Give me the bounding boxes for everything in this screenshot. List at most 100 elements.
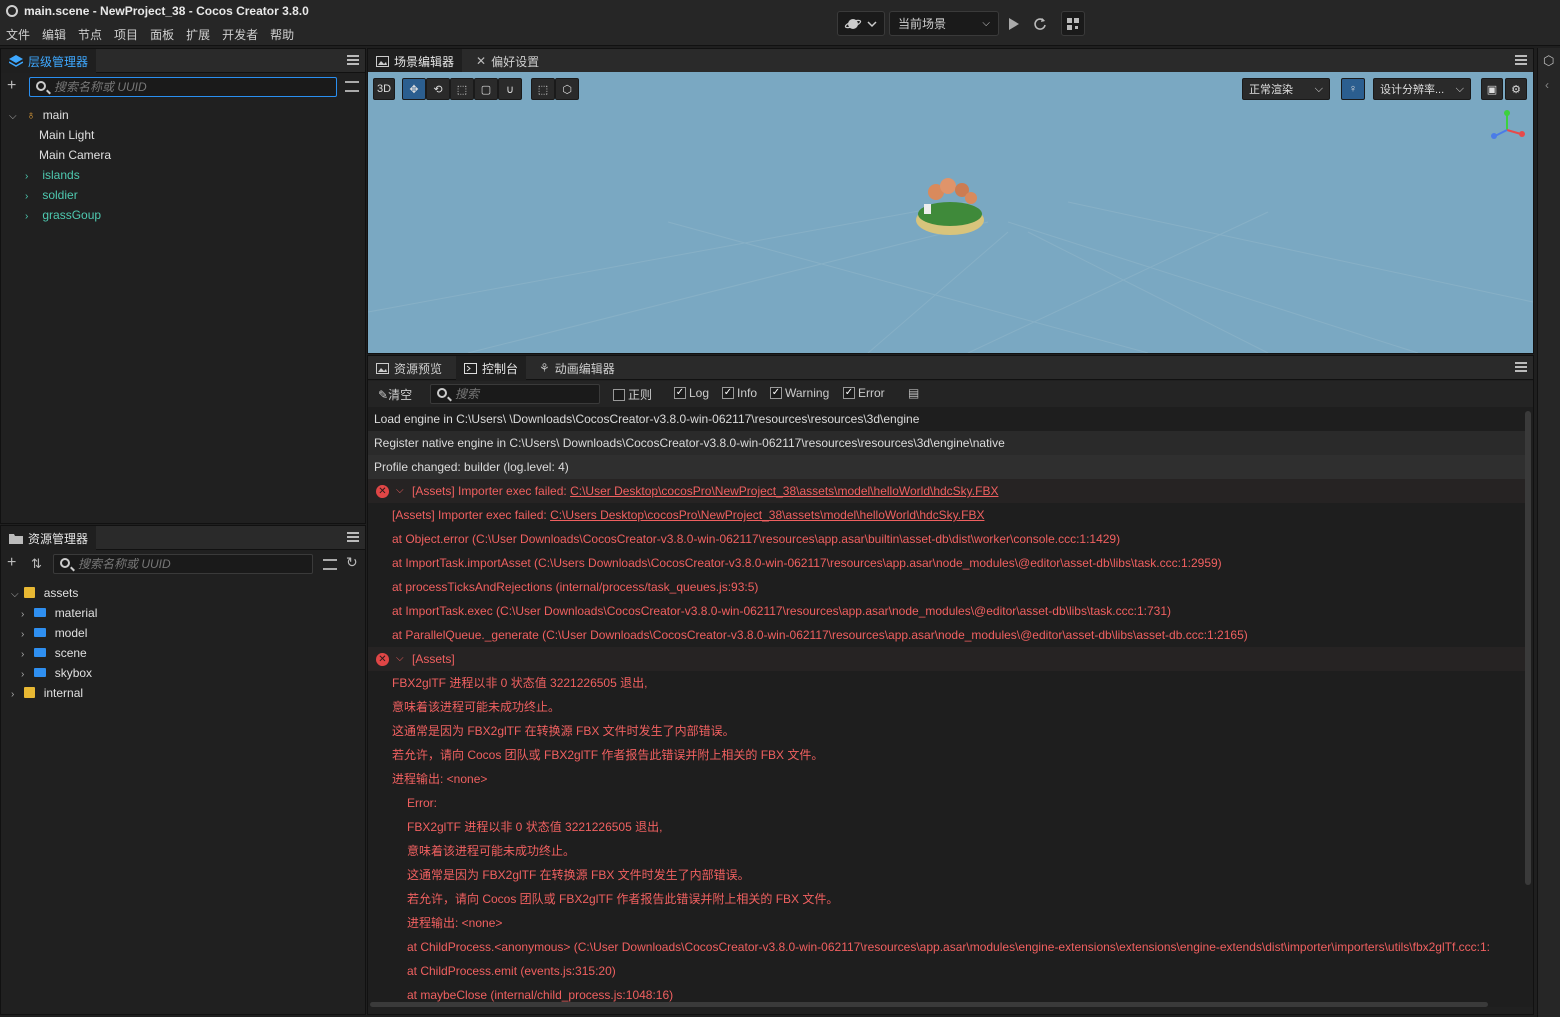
log-text: at Object.error (C:\User Downloads\Cocos… <box>392 532 1121 546</box>
tree-item-main-light[interactable]: Main Light <box>39 125 94 145</box>
log-entry[interactable]: Profile changed: builder (log.level: 4) <box>368 455 1526 479</box>
horizontal-scrollbar[interactable] <box>370 1002 1488 1007</box>
chevron-right-icon: › <box>25 211 29 222</box>
log-entry[interactable]: Load engine in C:\Users\ \Downloads\Coco… <box>368 407 1526 431</box>
tab-console[interactable]: 控制台 <box>456 356 527 380</box>
chevron-down-icon[interactable]: ⌵ <box>396 479 404 503</box>
tab-preferences[interactable]: ✕ 偏好设置 <box>468 49 547 73</box>
platform-select[interactable] <box>837 11 885 36</box>
regex-checkbox[interactable]: 正则 <box>613 386 652 403</box>
cube-icon[interactable]: ⬡ <box>1543 53 1554 69</box>
scale-tool-button[interactable]: ⬚ <box>450 78 474 100</box>
vertical-scrollbar[interactable] <box>1525 411 1531 885</box>
chevron-down-icon[interactable]: ⌵ <box>396 647 404 671</box>
log-text: Register native engine in C:\Users\ Down… <box>374 436 1005 450</box>
warning-checkbox[interactable]: ✓ Warning <box>770 386 829 400</box>
scene-viewport[interactable]: 3D ✥ ⟲ ⬚ ▢ ∪ ⬚ ⬡ 正常渲染 ⌵ ♀ 设计分辨率... ⌵ ▣ ⚙ <box>368 72 1533 353</box>
log-checkbox[interactable]: ✓ Log <box>674 386 709 400</box>
tree-item-main[interactable]: ⌵ ♁ main <box>9 105 69 125</box>
chevron-left-icon[interactable]: ‹ <box>1545 78 1549 92</box>
menu-edit[interactable]: 编辑 <box>42 26 66 43</box>
database-icon <box>24 687 36 699</box>
folder-icon <box>34 668 47 678</box>
camera-button[interactable]: ▣ <box>1481 78 1503 100</box>
hierarchy-search-input[interactable]: 搜索名称或 UUID <box>29 77 337 97</box>
refresh-button[interactable] <box>1029 11 1051 36</box>
hierarchy-search-placeholder: 搜索名称或 UUID <box>54 80 147 94</box>
rotate-tool-button[interactable]: ⟲ <box>426 78 450 100</box>
clear-label: 清空 <box>388 388 413 402</box>
tree-item-label: internal <box>43 686 84 700</box>
stack-line: at ImportTask.exec (C:\User Downloads\Co… <box>368 599 1526 623</box>
chevron-down-icon: ⌵ <box>9 111 17 122</box>
tab-assets[interactable]: 资源管理器 <box>1 526 97 550</box>
light-toggle-button[interactable]: ♀ <box>1341 78 1365 100</box>
tree-item-model[interactable]: › model <box>21 623 87 643</box>
play-button[interactable] <box>1003 11 1025 36</box>
tab-animation-editor[interactable]: ⚘ 动画编辑器 <box>531 356 623 380</box>
menu-panel[interactable]: 面板 <box>150 26 174 43</box>
tree-item-assets[interactable]: ⌵ assets <box>11 583 78 603</box>
error-checkbox[interactable]: ✓ Error <box>843 386 885 400</box>
add-asset-button[interactable]: + <box>7 555 19 571</box>
sort-icon[interactable]: ⇅ <box>31 556 42 572</box>
folder-icon <box>34 628 47 638</box>
tab-preferences-label: 偏好设置 <box>491 54 540 69</box>
info-checkbox[interactable]: ✓ Info <box>722 386 757 400</box>
panel-menu-icon[interactable] <box>347 532 359 542</box>
tree-item-soldier[interactable]: › soldier <box>25 185 78 205</box>
image-icon <box>376 362 389 374</box>
file-link[interactable]: C:\Users Desktop\cocosPro\NewProject_38\… <box>550 508 984 522</box>
open-log-file-icon[interactable]: ▤ <box>908 386 919 400</box>
move-tool-button[interactable]: ✥ <box>402 78 426 100</box>
tab-asset-preview[interactable]: 资源预览 <box>368 356 450 380</box>
tree-item-internal[interactable]: › internal <box>11 683 83 703</box>
render-mode-select[interactable]: 正常渲染 ⌵ <box>1242 78 1330 100</box>
menu-extension[interactable]: 扩展 <box>186 26 210 43</box>
tab-hierarchy-label: 层级管理器 <box>28 54 89 69</box>
tree-item-islands[interactable]: › islands <box>25 165 80 185</box>
tree-item-grassgoup[interactable]: › grassGoup <box>25 205 101 225</box>
snap-tool-button[interactable]: ∪ <box>498 78 522 100</box>
refresh-icon[interactable]: ↻ <box>346 554 358 571</box>
add-node-button[interactable]: + <box>7 78 19 94</box>
pivot-button[interactable]: ⬚ <box>531 78 555 100</box>
panel-menu-icon[interactable] <box>1515 55 1527 65</box>
sort-icon[interactable] <box>345 81 359 92</box>
qrcode-button[interactable] <box>1061 11 1085 36</box>
tree-item-skybox[interactable]: › skybox <box>21 663 92 683</box>
log-text: [Assets] Importer exec failed: <box>412 484 571 498</box>
menu-file[interactable]: 文件 <box>6 26 30 43</box>
tab-scene-editor[interactable]: 场景编辑器 <box>368 49 463 73</box>
menu-project[interactable]: 项目 <box>114 26 138 43</box>
tree-item-scene[interactable]: › scene <box>21 643 87 663</box>
clear-button[interactable]: ✎清空 <box>378 386 412 403</box>
space-button[interactable]: ⬡ <box>555 78 579 100</box>
axis-gizmo-icon[interactable] <box>1491 108 1527 142</box>
menu-developer[interactable]: 开发者 <box>222 26 258 43</box>
rect-tool-button[interactable]: ▢ <box>474 78 498 100</box>
assets-panel: 资源管理器 + ⇅ 搜索名称或 UUID ↻ ⌵ assets › materi… <box>0 525 366 1015</box>
panel-menu-icon[interactable] <box>347 55 359 65</box>
menu-node[interactable]: 节点 <box>78 26 102 43</box>
log-entry[interactable]: Register native engine in C:\Users\ Down… <box>368 431 1526 455</box>
settings-button[interactable]: ⚙ <box>1505 78 1527 100</box>
tab-hierarchy[interactable]: 层级管理器 <box>1 49 97 73</box>
tree-item-label: main <box>42 108 69 122</box>
panel-menu-icon[interactable] <box>1515 362 1527 372</box>
3d-mode-button[interactable]: 3D <box>373 78 395 100</box>
resolution-select[interactable]: 设计分辨率... ⌵ <box>1373 78 1471 100</box>
assets-search-input[interactable]: 搜索名称或 UUID <box>53 554 313 574</box>
tree-item-material[interactable]: › material <box>21 603 97 623</box>
console-search-input[interactable]: 搜索 <box>430 384 600 404</box>
menu-help[interactable]: 帮助 <box>270 26 294 43</box>
error-entry[interactable]: ✕ ⌵ [Assets] <box>368 647 1526 671</box>
filter-icon[interactable] <box>323 559 337 570</box>
error-entry[interactable]: ✕ ⌵ [Assets] Importer exec failed: C:\Us… <box>368 479 1526 503</box>
chevron-down-icon: ⌵ <box>1314 82 1323 95</box>
file-link[interactable]: C:\User Desktop\cocosPro\NewProject_38\a… <box>570 484 998 498</box>
tree-item-main-camera[interactable]: Main Camera <box>39 145 111 165</box>
stack-line: at ParallelQueue._generate (C:\User Down… <box>368 623 1526 647</box>
chevron-right-icon: › <box>21 629 25 640</box>
scene-select[interactable]: 当前场景 ⌵ <box>889 11 999 36</box>
